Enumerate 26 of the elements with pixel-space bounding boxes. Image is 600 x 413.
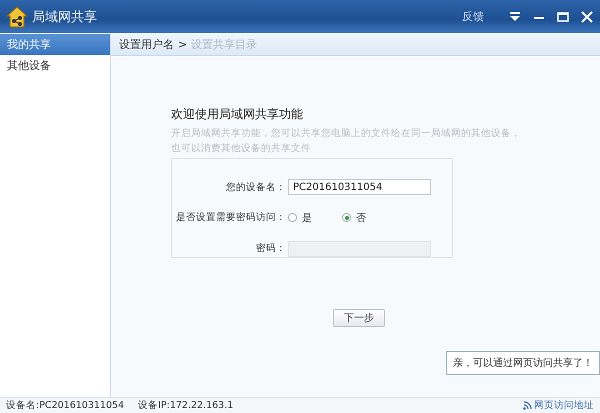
radio-option[interactable]: 否 (342, 210, 366, 225)
feed-icon (523, 401, 532, 410)
description-text: 也可以消费其他设备的共享文件 (171, 142, 312, 156)
tooltip: 亲，可以通过网页访问共享了！ (446, 351, 600, 375)
next-button[interactable]: 下一步 (333, 309, 385, 327)
field-label: 您的设备名： (225, 180, 287, 194)
device-name-field[interactable]: PC201610311054 (288, 179, 431, 196)
field-label: 密码： (255, 242, 287, 256)
feedback-link[interactable]: 反馈 (462, 9, 484, 24)
menu-icon[interactable] (508, 10, 522, 24)
breadcrumb-step: 设置用户名 (119, 36, 174, 52)
field-label: 是否设置需要密码访问： (175, 211, 287, 224)
radio-option[interactable]: 是 (288, 210, 312, 225)
close-icon[interactable] (580, 10, 594, 24)
welcome-heading: 欢迎使用局域网共享功能 (171, 106, 304, 123)
breadcrumb-separator: > (178, 38, 188, 50)
window-title: 局域网共享 (32, 8, 98, 26)
sidebar-item[interactable]: 我的共享 (0, 34, 110, 55)
web-address-link[interactable]: 网页访问地址 (523, 399, 594, 412)
sidebar-item[interactable]: 其他设备 (0, 55, 110, 76)
device-ip-text: 设备IP:172.22.163.1 (138, 399, 234, 412)
description-text: 开启局域网共享功能，您可以共享您电脑上的文件给在同一局域网的其他设备， (171, 127, 522, 141)
device-name-text: 设备名:PC201610311054 (6, 399, 124, 412)
breadcrumb-step: 设置共享目录 (191, 36, 258, 52)
maximize-icon[interactable] (556, 10, 570, 24)
app-logo-icon (6, 6, 28, 28)
